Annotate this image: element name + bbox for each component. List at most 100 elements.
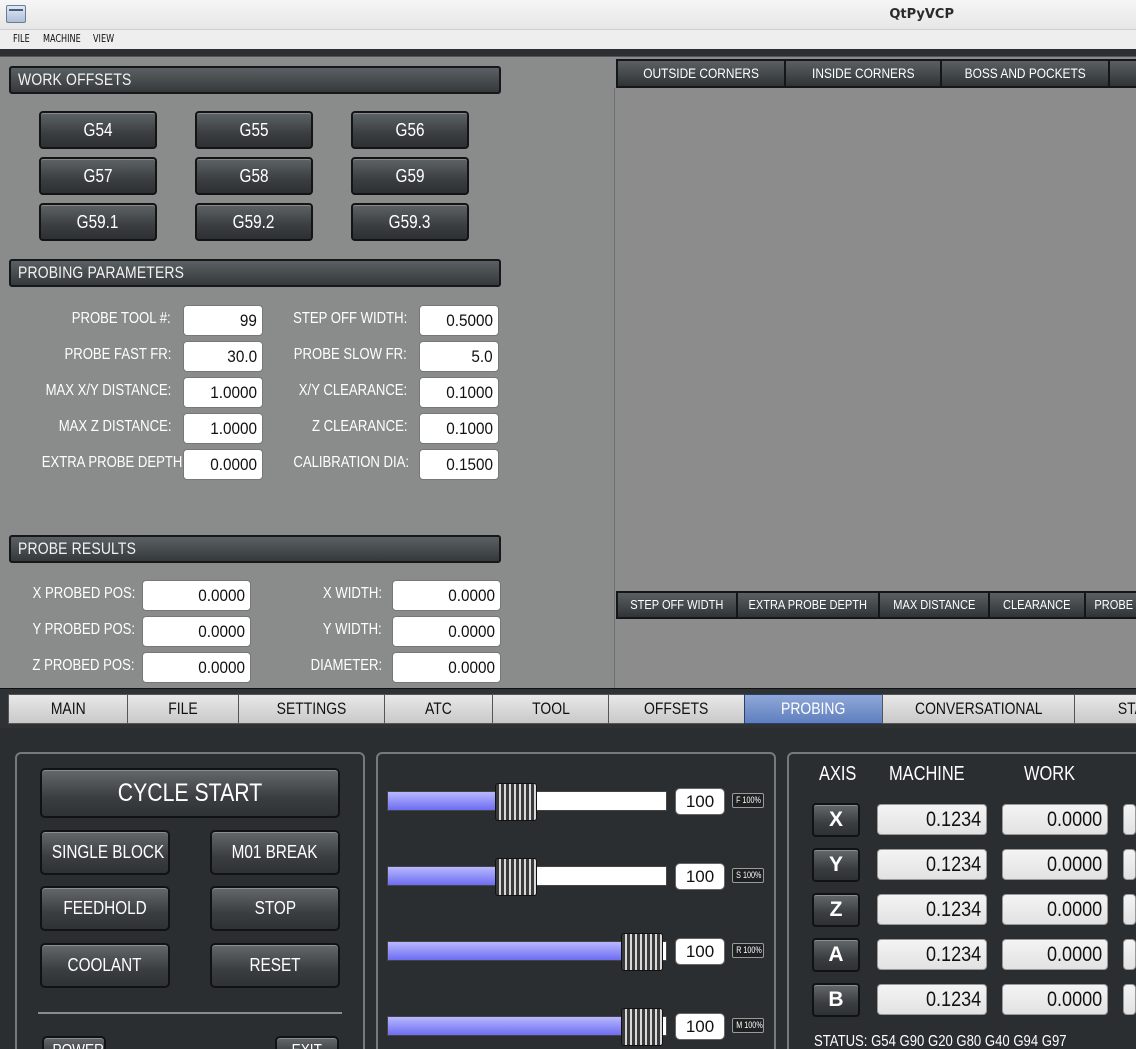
param-field[interactable]: 0.1500 bbox=[419, 449, 499, 480]
tab-outside-corners[interactable]: OUTSIDE CORNERS bbox=[616, 59, 786, 88]
tab-max-distance[interactable]: MAX DISTANCE bbox=[878, 591, 990, 619]
param-label-text: CALIBRATION DIA: bbox=[293, 454, 410, 471]
param-field[interactable]: 0.1000 bbox=[419, 377, 499, 408]
work-position[interactable]: 0.0000 bbox=[1002, 894, 1108, 925]
override-slider-0[interactable] bbox=[387, 783, 667, 821]
override-slider-handle[interactable] bbox=[495, 783, 537, 821]
tab-clearance[interactable]: CLEARANCE bbox=[988, 591, 1086, 619]
override-slider-handle[interactable] bbox=[621, 933, 663, 971]
override-badge-text: F 100% bbox=[736, 795, 761, 805]
work-offset-button-g59-1[interactable]: G59.1 bbox=[39, 203, 157, 241]
override-slider-handle[interactable] bbox=[495, 858, 537, 896]
window-title: QtPyVCP bbox=[889, 7, 954, 22]
work-position[interactable]: 0.0000 bbox=[1002, 984, 1108, 1015]
tab-main[interactable]: MAIN bbox=[8, 694, 128, 724]
param-label-text: Z CLEARANCE: bbox=[311, 418, 407, 435]
axis-y-button[interactable]: Y bbox=[812, 848, 860, 882]
result-label: Y WIDTH: bbox=[270, 621, 382, 639]
work-offset-button-g59-3[interactable]: G59.3 bbox=[351, 203, 469, 241]
tab-file[interactable]: FILE bbox=[127, 694, 239, 724]
work-position[interactable]: 0.0000 bbox=[1002, 939, 1108, 970]
tab-extra-probe-depth[interactable]: EXTRA PROBE DEPTH bbox=[736, 591, 880, 619]
override-value[interactable]: 100 bbox=[675, 863, 725, 890]
tab-probe[interactable]: PROBE bbox=[1084, 591, 1136, 619]
tab-step-off-width[interactable]: STEP OFF WIDTH bbox=[616, 591, 738, 619]
result-field-text: 0.0000 bbox=[448, 586, 495, 605]
work-offset-button-g59[interactable]: G59 bbox=[351, 157, 469, 195]
reset-button[interactable]: RESET bbox=[210, 943, 340, 988]
param-field[interactable]: 1.0000 bbox=[183, 377, 263, 408]
tab-settings[interactable]: SETTINGS bbox=[238, 694, 385, 724]
param-label: PROBE FAST FR: bbox=[10, 346, 171, 364]
axis-b-button[interactable]: B bbox=[812, 983, 860, 1017]
result-field: 0.0000 bbox=[392, 580, 501, 611]
param-field[interactable]: 0.0000 bbox=[183, 449, 263, 480]
tab-atc[interactable]: ATC bbox=[384, 694, 493, 724]
param-field[interactable]: 5.0 bbox=[419, 341, 499, 372]
override-slider-2[interactable] bbox=[387, 933, 667, 971]
tab-inside-corners[interactable]: INSIDE CORNERS bbox=[784, 59, 942, 88]
extra-position bbox=[1123, 939, 1136, 970]
override-value[interactable]: 100 bbox=[675, 1013, 725, 1040]
work-offset-button-g59-2[interactable]: G59.2 bbox=[195, 203, 313, 241]
tab-tool[interactable]: TOOL bbox=[492, 694, 609, 724]
work-offset-button-g55-text: G55 bbox=[239, 120, 269, 140]
override-slider-handle[interactable] bbox=[621, 1008, 663, 1046]
cycle-start-button[interactable]: CYCLE START bbox=[40, 768, 340, 818]
axis-z-button[interactable]: Z bbox=[812, 893, 860, 927]
result-field: 0.0000 bbox=[392, 652, 501, 683]
axis-a-button[interactable]: A bbox=[812, 938, 860, 972]
param-label: PROBE SLOW FR: bbox=[268, 346, 407, 364]
param-label: CALIBRATION DIA: bbox=[268, 454, 410, 472]
override-badge: S 100% bbox=[732, 868, 764, 883]
machine-position: 0.1234 bbox=[877, 894, 987, 925]
tab-boss-and-pockets[interactable]: BOSS AND POCKETS bbox=[940, 59, 1110, 88]
param-field[interactable]: 0.1000 bbox=[419, 413, 499, 444]
result-field-text: 0.0000 bbox=[198, 658, 245, 677]
tab-status[interactable]: STA bbox=[1074, 694, 1136, 724]
work-offset-button-g55[interactable]: G55 bbox=[195, 111, 313, 149]
tab-offsets[interactable]: OFFSETS bbox=[608, 694, 745, 724]
override-slider-3[interactable] bbox=[387, 1008, 667, 1046]
tab-more[interactable] bbox=[1108, 59, 1136, 88]
menu-machine[interactable]: MACHINE bbox=[43, 32, 81, 45]
coolant-button[interactable]: COOLANT bbox=[40, 943, 170, 988]
menu-view[interactable]: VIEW bbox=[93, 32, 114, 45]
param-label: X/Y CLEARANCE: bbox=[268, 382, 407, 400]
override-slider-1[interactable] bbox=[387, 858, 667, 896]
param-field[interactable]: 1.0000 bbox=[183, 413, 263, 444]
result-label-text: DIAMETER: bbox=[310, 657, 382, 674]
override-value[interactable]: 100 bbox=[675, 788, 725, 815]
work-position[interactable]: 0.0000 bbox=[1002, 804, 1108, 835]
work-offset-button-g57-text: G57 bbox=[83, 166, 113, 186]
exit-button[interactable]: EXIT bbox=[275, 1036, 339, 1049]
work-offset-button-g58[interactable]: G58 bbox=[195, 157, 313, 195]
tab-probing[interactable]: PROBING bbox=[744, 694, 883, 724]
menu-file[interactable]: FILE bbox=[13, 32, 30, 45]
param-field[interactable]: 30.0 bbox=[183, 341, 263, 372]
dro-axis-header: AXIS bbox=[819, 763, 857, 785]
m01-break-button[interactable]: M01 BREAK bbox=[210, 830, 340, 875]
work-offsets-header: WORK OFFSETS bbox=[9, 66, 501, 94]
override-badge-text: M 100% bbox=[736, 1020, 763, 1030]
result-label-text: Y PROBED POS: bbox=[32, 621, 136, 638]
work-offset-button-g54[interactable]: G54 bbox=[39, 111, 157, 149]
work-offset-button-g56[interactable]: G56 bbox=[351, 111, 469, 149]
work-offset-button-g57[interactable]: G57 bbox=[39, 157, 157, 195]
single-block-button[interactable]: SINGLE BLOCK bbox=[40, 830, 170, 875]
stop-button[interactable]: STOP bbox=[210, 886, 340, 931]
result-label: DIAMETER: bbox=[270, 657, 382, 675]
param-field[interactable]: 99 bbox=[183, 305, 263, 336]
work-position[interactable]: 0.0000 bbox=[1002, 849, 1108, 880]
result-field-text: 0.0000 bbox=[448, 658, 495, 677]
tab-conversational[interactable]: CONVERSATIONAL bbox=[882, 694, 1075, 724]
param-field[interactable]: 0.5000 bbox=[419, 305, 499, 336]
axis-x-button[interactable]: X bbox=[812, 803, 860, 837]
power-button[interactable]: POWER bbox=[42, 1036, 106, 1049]
param-label-text: MAX Z DISTANCE: bbox=[58, 418, 171, 435]
param-field-text: 0.1000 bbox=[446, 383, 493, 402]
override-value[interactable]: 100 bbox=[675, 938, 725, 965]
feedhold-button[interactable]: FEEDHOLD bbox=[40, 886, 170, 931]
result-field-text: 0.0000 bbox=[198, 622, 245, 641]
result-field-text: 0.0000 bbox=[198, 586, 245, 605]
